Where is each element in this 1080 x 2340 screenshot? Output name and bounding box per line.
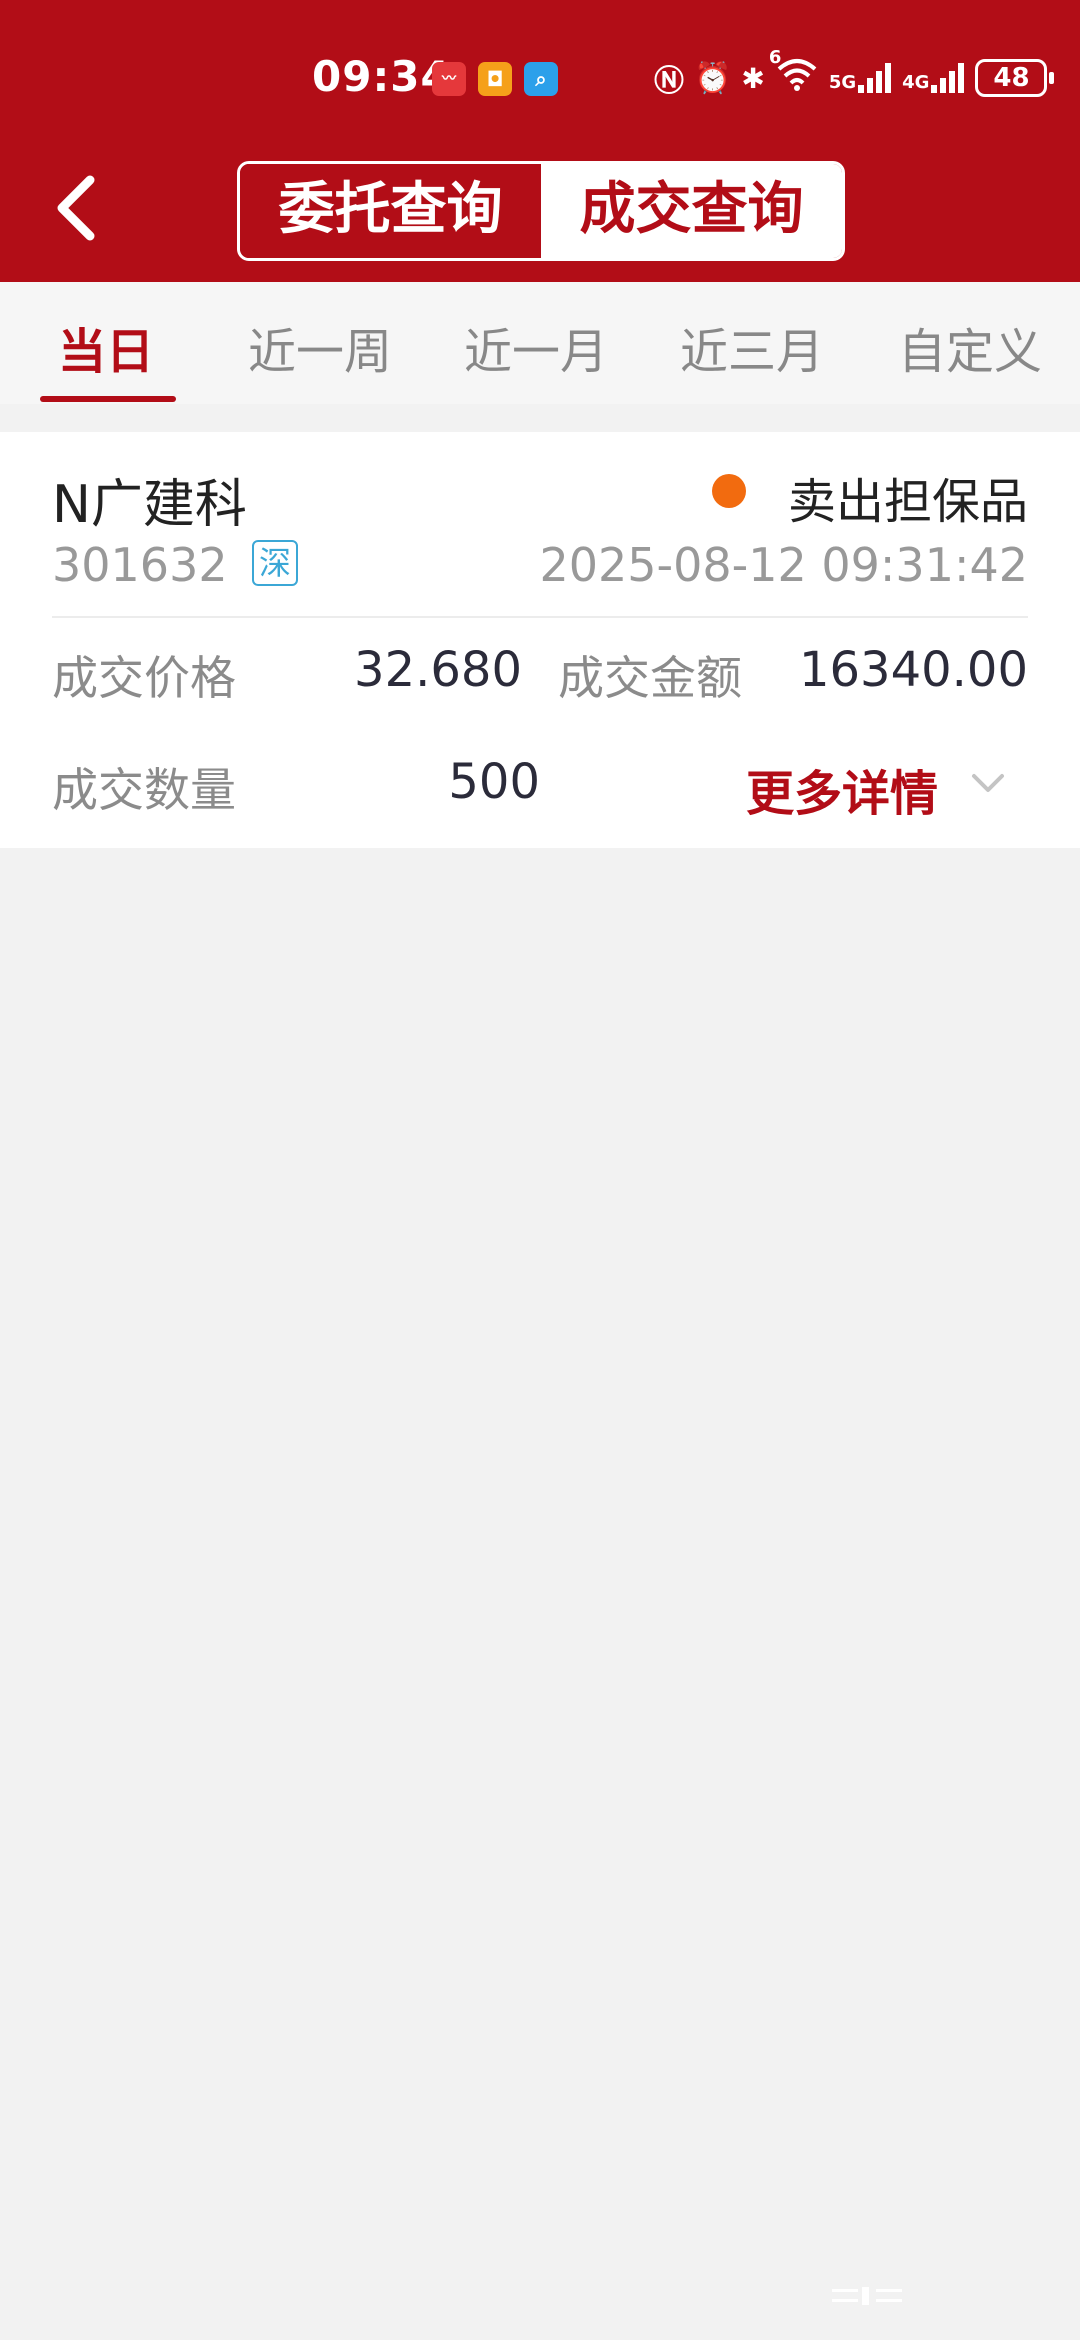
status-clock: 09:34 <box>312 52 451 101</box>
stock-name: N广建科 <box>52 475 247 535</box>
signal-5g-icon: 5G <box>829 63 892 93</box>
amount-value: 16340.00 <box>798 642 1028 698</box>
price-value: 32.680 <box>354 642 522 698</box>
alarm-icon: ⏰ <box>694 60 732 96</box>
tab-month[interactable]: 近一月 <box>464 312 608 382</box>
wallet-app-icon: ◘ <box>478 62 512 96</box>
stock-app-icon: 〰 <box>432 62 466 96</box>
chevron-down-icon[interactable] <box>968 772 1008 796</box>
stock-code: 301632 <box>52 538 228 592</box>
trade-type: 卖出担保品 <box>787 474 1028 530</box>
battery-icon: 48 <box>975 59 1055 97</box>
period-tabs: 当日 近一周 近一月 近三月 自定义 <box>0 282 1080 404</box>
quantity-value: 500 <box>448 754 540 810</box>
trade-type-dot-icon <box>712 474 746 508</box>
signal-4g-icon: 4G <box>902 63 965 93</box>
tab-order-query[interactable]: 委托查询 <box>240 164 541 258</box>
quantity-label: 成交数量 <box>52 763 236 817</box>
tab-week[interactable]: 近一周 <box>248 312 392 382</box>
chevron-left-icon <box>57 175 95 241</box>
divider <box>52 616 1028 618</box>
signal-4g-label: 4G <box>902 72 930 93</box>
amount-label: 成交金额 <box>558 651 742 705</box>
app-header: 09:34 〰 ◘ ⌕ Ⓝ ⏰ ✱ 6 5G 4G 48 委托查询 成交查询 <box>0 0 1080 282</box>
exchange-badge: 深 <box>252 540 298 586</box>
bluetooth-icon: ✱ <box>741 61 765 95</box>
nfc-icon: Ⓝ <box>654 64 684 99</box>
search-app-icon: ⌕ <box>524 62 558 96</box>
back-button[interactable] <box>40 168 120 248</box>
tab-today[interactable]: 当日 <box>58 312 154 382</box>
trade-card[interactable]: N广建科 301632 深 卖出担保品 2025-08-12 09:31:42 … <box>0 432 1080 848</box>
tab-three-months[interactable]: 近三月 <box>680 312 824 382</box>
signal-5g-label: 5G <box>828 72 857 93</box>
status-icons: Ⓝ ⏰ ✱ 6 5G 4G 48 <box>654 47 1055 100</box>
tab-custom[interactable]: 自定义 <box>898 312 1042 382</box>
tab-trade-query[interactable]: 成交查询 <box>541 164 842 258</box>
more-details-button[interactable]: 更多详情 <box>746 754 938 824</box>
nav-menu-icon[interactable] <box>832 2286 924 2306</box>
active-tab-indicator <box>40 396 176 402</box>
wifi-icon: 6 <box>769 47 819 99</box>
query-segment-control: 委托查询 成交查询 <box>237 161 845 261</box>
trade-datetime: 2025-08-12 09:31:42 <box>539 538 1028 592</box>
status-bar: 09:34 〰 ◘ ⌕ Ⓝ ⏰ ✱ 6 5G 4G 48 <box>0 0 1080 160</box>
price-label: 成交价格 <box>52 651 236 705</box>
wifi-label: 6 <box>768 47 782 68</box>
